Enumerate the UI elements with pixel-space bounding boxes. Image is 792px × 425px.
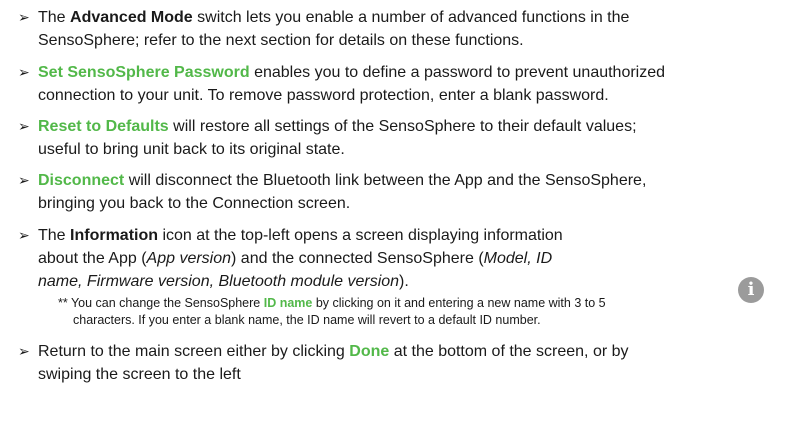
bullet-arrow-icon: ➢: [18, 172, 30, 188]
term-disconnect: Disconnect: [38, 172, 125, 189]
note-id-name-line2: characters. If you enter a blank name, t…: [73, 313, 541, 327]
bullet-arrow-icon: ➢: [18, 227, 30, 243]
info-icon: i: [738, 277, 764, 303]
bullet-arrow-icon: ➢: [18, 64, 30, 80]
term-advanced-mode: Advanced Mode: [70, 9, 193, 26]
term-information: Information: [70, 227, 159, 244]
term-id-name: ID name: [263, 296, 313, 310]
note-id-name: ** You can change the SensoSphere ID nam…: [58, 296, 606, 310]
term-done: Done: [349, 343, 390, 360]
bullet-arrow-icon: ➢: [18, 9, 30, 25]
bullet-arrow-icon: ➢: [18, 118, 30, 134]
bullet-arrow-icon: ➢: [18, 343, 30, 359]
document-page: ➢ The Advanced Mode switch lets you enab…: [0, 0, 792, 425]
term-set-password: Set SensoSphere Password: [38, 64, 250, 81]
term-reset-defaults: Reset to Defaults: [38, 118, 169, 135]
